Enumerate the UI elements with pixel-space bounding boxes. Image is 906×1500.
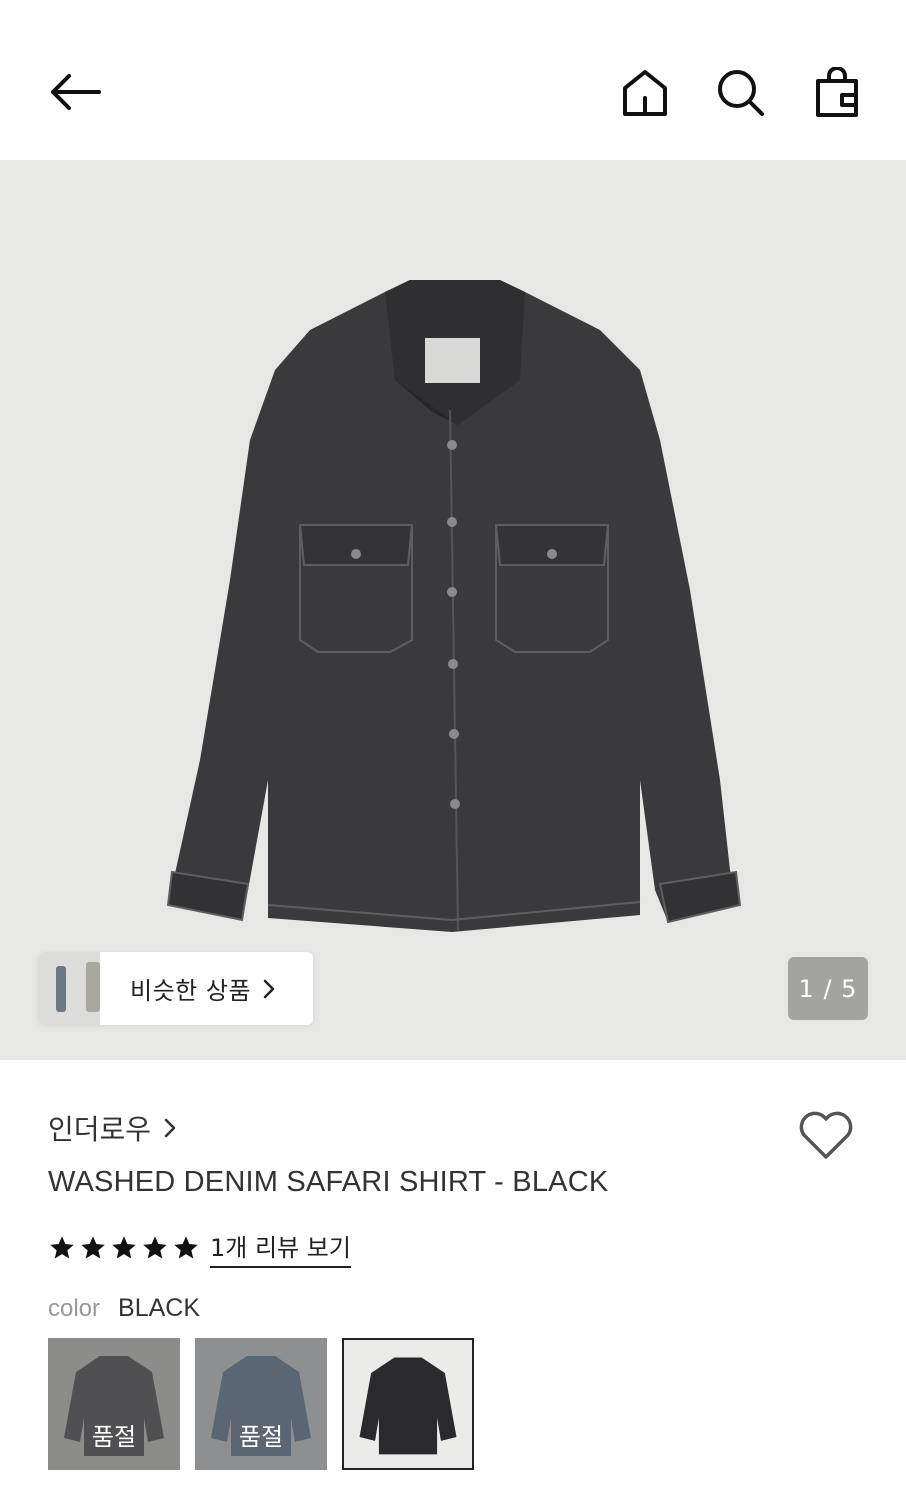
swatch-shirt-image (359, 1357, 457, 1455)
home-icon (623, 70, 667, 116)
cart-button[interactable] (804, 60, 870, 126)
similar-products-thumbnail (38, 952, 100, 1025)
rating-row: 1개 리뷰 보기 (48, 1228, 351, 1268)
star-icon (50, 1236, 74, 1259)
star-icon (112, 1236, 136, 1259)
heart-icon (799, 1111, 853, 1159)
star-icon (81, 1236, 105, 1259)
star-icon (174, 1236, 198, 1259)
image-pager-indicator: 1 / 5 (788, 957, 868, 1020)
view-reviews-link[interactable]: 1개 리뷰 보기 (210, 1228, 351, 1268)
color-swatch-option-2[interactable]: 품절 (195, 1338, 327, 1470)
shopping-bag-icon (816, 67, 858, 117)
brand-link[interactable]: 인더로우 (48, 1108, 177, 1148)
product-title: WASHED DENIM SAFARI SHIRT - BLACK (48, 1166, 609, 1198)
chevron-right-icon (261, 977, 277, 1001)
star-icon (143, 1236, 167, 1259)
similar-products-button[interactable]: 비슷한 상품 (38, 952, 313, 1025)
selected-color-value: BLACK (118, 1294, 201, 1322)
color-swatch-option-1[interactable]: 품절 (48, 1338, 180, 1470)
top-navigation-bar (0, 0, 906, 160)
search-button[interactable] (708, 60, 774, 126)
wishlist-button[interactable] (796, 1108, 856, 1164)
color-label: color (48, 1295, 101, 1322)
similar-products-label: 비슷한 상품 (130, 977, 252, 1005)
back-button[interactable] (40, 62, 110, 122)
chevron-right-icon (163, 1117, 177, 1139)
sold-out-label: 품절 (91, 1423, 137, 1451)
color-option-row: color BLACK (48, 1294, 200, 1323)
product-photo-shirt (166, 280, 742, 932)
color-swatch-option-3-selected[interactable] (342, 1338, 474, 1470)
search-icon (718, 70, 764, 116)
rating-stars (48, 1234, 200, 1262)
sold-out-label: 품절 (238, 1423, 284, 1451)
arrow-left-icon (51, 74, 101, 110)
home-button[interactable] (612, 60, 678, 126)
product-image-gallery[interactable]: 비슷한 상품 1 / 5 (0, 160, 906, 1060)
brand-name: 인더로우 (48, 1113, 152, 1146)
